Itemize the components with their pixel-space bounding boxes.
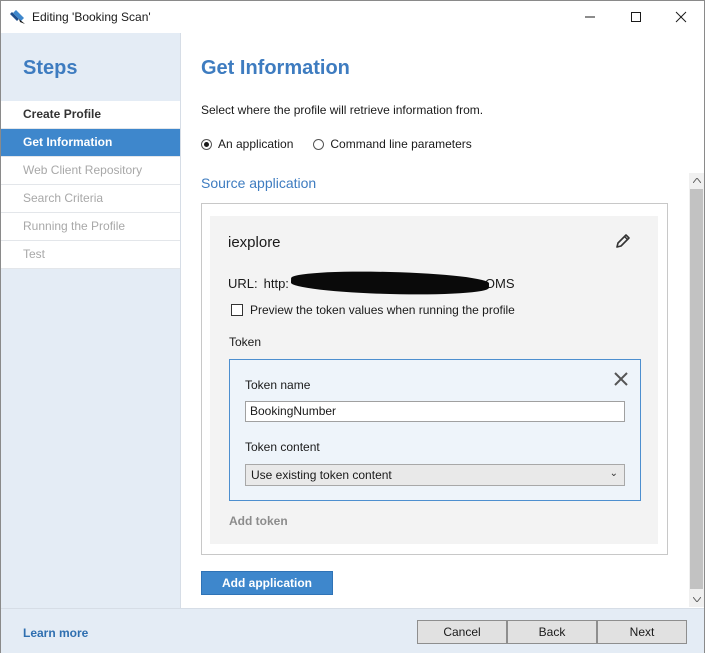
url-row: URL: http: OMS — [228, 269, 515, 297]
preview-checkbox-label[interactable]: Preview the token values when running th… — [250, 303, 515, 317]
token-content-select[interactable]: Use existing token content ⌄ — [245, 464, 625, 486]
radio-command-line-parameters-label[interactable]: Command line parameters — [330, 137, 471, 151]
learn-more-link[interactable]: Learn more — [23, 626, 88, 640]
step-running-the-profile: Running the Profile — [1, 213, 180, 241]
chevron-down-icon: ⌄ — [609, 468, 618, 479]
url-suffix: OMS — [484, 275, 515, 291]
cancel-button[interactable]: Cancel — [417, 620, 507, 644]
url-redaction — [290, 269, 490, 297]
editor-window: Editing 'Booking Scan' Steps Create Prof… — [0, 0, 705, 653]
maximize-icon — [631, 12, 641, 22]
radio-an-application[interactable] — [201, 138, 212, 150]
source-application-heading: Source application — [201, 175, 317, 191]
scrollbar-thumb[interactable] — [690, 189, 703, 589]
application-panel: iexplore URL: http: OMS Preview the toke… — [210, 216, 658, 544]
token-content-label: Token content — [245, 440, 320, 454]
token-content-value: Use existing token content — [251, 468, 392, 482]
preview-option: Preview the token values when running th… — [231, 303, 515, 317]
step-search-criteria: Search Criteria — [1, 185, 180, 213]
title-bar: Editing 'Booking Scan' — [1, 1, 704, 33]
pencil-edit-icon[interactable] — [614, 232, 632, 250]
add-token-link[interactable]: Add token — [229, 514, 288, 528]
minimize-button[interactable] — [567, 1, 613, 33]
close-window-button[interactable] — [658, 1, 704, 33]
radio-command-line-parameters[interactable] — [313, 138, 325, 150]
url-prefix: http: — [263, 275, 289, 291]
source-type-options: An application Command line parameters — [201, 137, 492, 151]
step-get-information[interactable]: Get Information — [1, 129, 180, 157]
source-application-card: iexplore URL: http: OMS Preview the toke… — [201, 203, 668, 555]
chevron-up-icon — [692, 178, 701, 183]
steps-heading: Steps — [23, 57, 78, 79]
back-button[interactable]: Back — [507, 620, 597, 644]
instructions-text: Select where the profile will retrieve i… — [201, 103, 484, 117]
steps-panel: Steps Create Profile Get Information Web… — [1, 33, 181, 608]
window-title: Editing 'Booking Scan' — [32, 10, 151, 24]
maximize-button[interactable] — [613, 1, 659, 33]
minimize-icon — [585, 16, 595, 18]
radio-an-application-label[interactable]: An application — [218, 137, 293, 151]
step-web-client-repository: Web Client Repository — [1, 157, 180, 185]
preview-checkbox[interactable] — [231, 304, 243, 316]
token-name-label: Token name — [245, 378, 311, 392]
step-test: Test — [1, 241, 180, 269]
vertical-scrollbar[interactable] — [689, 173, 704, 607]
token-heading: Token — [229, 335, 262, 349]
scroll-down-arrow[interactable] — [689, 592, 704, 607]
chevron-down-icon — [692, 597, 701, 602]
next-button[interactable]: Next — [597, 620, 687, 644]
page-title: Get Information — [201, 57, 350, 79]
step-create-profile[interactable]: Create Profile — [1, 101, 180, 129]
close-icon — [675, 11, 687, 23]
add-application-button[interactable]: Add application — [201, 571, 333, 595]
footer-bar: Learn more Cancel Back Next — [1, 608, 704, 653]
token-card: Token name BookingNumber Token content U… — [229, 359, 641, 501]
remove-token-icon[interactable] — [612, 370, 630, 388]
scroll-up-arrow[interactable] — [689, 173, 704, 188]
steps-list: Create Profile Get Information Web Clien… — [1, 101, 180, 269]
app-logo-icon — [10, 10, 25, 24]
token-name-input[interactable]: BookingNumber — [245, 401, 625, 422]
application-name: iexplore — [228, 234, 281, 251]
url-label: URL: — [228, 275, 258, 291]
main-content: Get Information Select where the profile… — [181, 33, 704, 608]
